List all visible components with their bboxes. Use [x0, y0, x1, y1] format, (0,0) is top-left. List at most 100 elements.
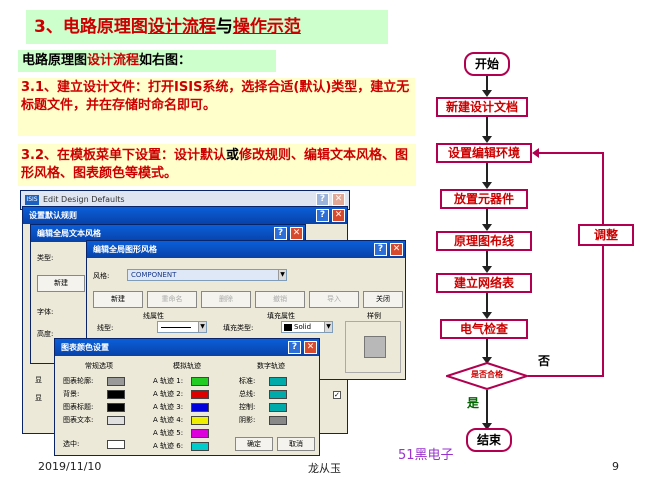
undo-button[interactable]: 撤销: [255, 291, 305, 308]
color-swatch[interactable]: [107, 416, 125, 425]
loop-line-right-upper: [602, 152, 604, 224]
color-swatch[interactable]: [191, 390, 209, 399]
line-type-select[interactable]: ▼: [157, 321, 207, 333]
title-part-c: 与: [215, 17, 233, 37]
slide-title: 3、电路原理图设计流程与操作示范: [26, 10, 388, 44]
fill-type-select[interactable]: Solid ▼: [281, 321, 333, 333]
flow-arrow: [482, 224, 492, 231]
close-icon[interactable]: ✕: [304, 341, 317, 354]
decision-label: 是否合格: [471, 370, 503, 379]
flow-arrow: [482, 136, 492, 143]
close-icon[interactable]: ✕: [290, 227, 303, 240]
color-swatch[interactable]: [269, 403, 287, 412]
chevron-down-icon: ▼: [324, 322, 332, 332]
close-icon[interactable]: ✕: [390, 243, 403, 256]
color-swatch[interactable]: [269, 390, 287, 399]
new-button[interactable]: 新建: [93, 291, 143, 308]
help-icon[interactable]: ?: [274, 227, 287, 240]
group2-label: 模拟轨迹: [173, 362, 201, 370]
flow-connector: [486, 209, 488, 225]
ok-button[interactable]: 确定: [235, 437, 273, 451]
rename-button[interactable]: 重命名: [147, 291, 197, 308]
title-num: 3、: [34, 17, 63, 37]
g3-item: 阴影:: [239, 416, 256, 424]
group1-label: 常规选项: [85, 362, 113, 370]
loop-line-right-lower: [602, 245, 604, 377]
fill-swatch: [284, 324, 292, 331]
paragraph-3-1: 3.1、建立设计文件：打开ISIS系统，选择合适(默认)类型，建立无标题文件，并…: [18, 78, 415, 136]
page-number: 9: [612, 460, 619, 473]
bottom-label-1: 显: [35, 376, 42, 384]
style-value: COMPONENT: [131, 271, 177, 279]
footer-author: 龙从玉: [308, 462, 341, 475]
flow-connector: [486, 163, 488, 183]
g3-item: 控制:: [239, 403, 256, 411]
color-swatch[interactable]: [107, 390, 125, 399]
intro-a: 电路原理图: [22, 53, 88, 68]
sample-shape: [364, 336, 386, 358]
g2-item: A 轨迹 2:: [153, 390, 184, 398]
text-style-title: 编辑全局文本风格: [37, 229, 101, 238]
checkbox[interactable]: ✓: [333, 391, 341, 399]
intro-line: 电路原理图设计流程如右图：: [18, 50, 276, 72]
g3-item: 总线:: [239, 390, 256, 398]
color-swatch[interactable]: [107, 377, 125, 386]
chevron-down-icon: ▼: [198, 322, 206, 332]
help-icon[interactable]: ?: [316, 209, 329, 222]
color-swatch[interactable]: [191, 377, 209, 386]
graphic-style-titlebar: 编辑全局图形风格 ? ✕: [87, 241, 405, 258]
title-part-d: 操作示范: [232, 17, 301, 37]
close-icon[interactable]: ✕: [332, 193, 345, 206]
chart-colors-title: 图表颜色设置: [61, 343, 109, 352]
font-label: 字体:: [37, 308, 54, 316]
fill-attr-label: 填充属性: [267, 312, 295, 320]
g1-item: 图表标题:: [63, 403, 94, 411]
color-swatch[interactable]: [191, 442, 209, 451]
flow-connector: [486, 390, 488, 424]
flow-start: 开始: [464, 52, 510, 76]
g1-item: 图表轮廓:: [63, 377, 94, 385]
g2-item: A 轨迹 3:: [153, 403, 184, 411]
chart-colors-titlebar: 图表颜色设置 ? ✕: [55, 339, 319, 356]
g2-item: A 轨迹 5:: [153, 429, 184, 437]
p32-a: 3.2、在模板菜单下设置：设计默认: [21, 148, 227, 163]
color-swatch[interactable]: [107, 440, 125, 449]
edit-defaults-title: Edit Design Defaults: [43, 195, 125, 204]
color-swatch[interactable]: [107, 403, 125, 412]
import-button[interactable]: 导入: [309, 291, 359, 308]
sample-label: 样例: [367, 312, 381, 320]
title-part-a: 电路原理图: [62, 17, 148, 37]
flow-step-2: 设置编辑环境: [436, 143, 532, 163]
color-swatch[interactable]: [191, 416, 209, 425]
fill-value: Solid: [294, 323, 312, 331]
style-select[interactable]: COMPONENT ▼: [127, 269, 287, 281]
g2-item: A 轨迹 6:: [153, 442, 184, 450]
flow-end: 结束: [466, 428, 512, 452]
bottom-label-2: 显: [35, 394, 42, 402]
chart-colors-window[interactable]: 图表颜色设置 ? ✕ 常规选项 模拟轨迹 数字轨迹 图表轮廓: 背景: 图表标题…: [54, 338, 320, 456]
color-swatch[interactable]: [269, 377, 287, 386]
help-icon[interactable]: ?: [288, 341, 301, 354]
close-icon[interactable]: ✕: [332, 209, 345, 222]
design-default-title: 设置默认规则: [29, 211, 77, 220]
close-button[interactable]: 关闭: [363, 291, 403, 308]
graphic-style-title: 编辑全局图形风格: [93, 245, 157, 254]
height-label: 高度:: [37, 330, 54, 338]
yes-label: 是: [467, 396, 480, 410]
group3-label: 数字轨迹: [257, 362, 285, 370]
help-icon[interactable]: ?: [316, 193, 329, 206]
color-swatch[interactable]: [269, 416, 287, 425]
style-label: 风格:: [93, 272, 110, 280]
line-type-label: 线型:: [97, 324, 114, 332]
intro-c: 如右图：: [139, 53, 192, 68]
intro-b: 设计流程: [87, 53, 140, 68]
cancel-button[interactable]: 取消: [277, 437, 315, 451]
color-swatch[interactable]: [191, 403, 209, 412]
flow-step-1: 新建设计文档: [436, 97, 528, 117]
new-button[interactable]: 新建: [37, 275, 85, 292]
flow-connector: [486, 339, 488, 359]
help-icon[interactable]: ?: [374, 243, 387, 256]
flow-arrow: [482, 266, 492, 273]
color-swatch[interactable]: [191, 429, 209, 438]
delete-button[interactable]: 删除: [201, 291, 251, 308]
